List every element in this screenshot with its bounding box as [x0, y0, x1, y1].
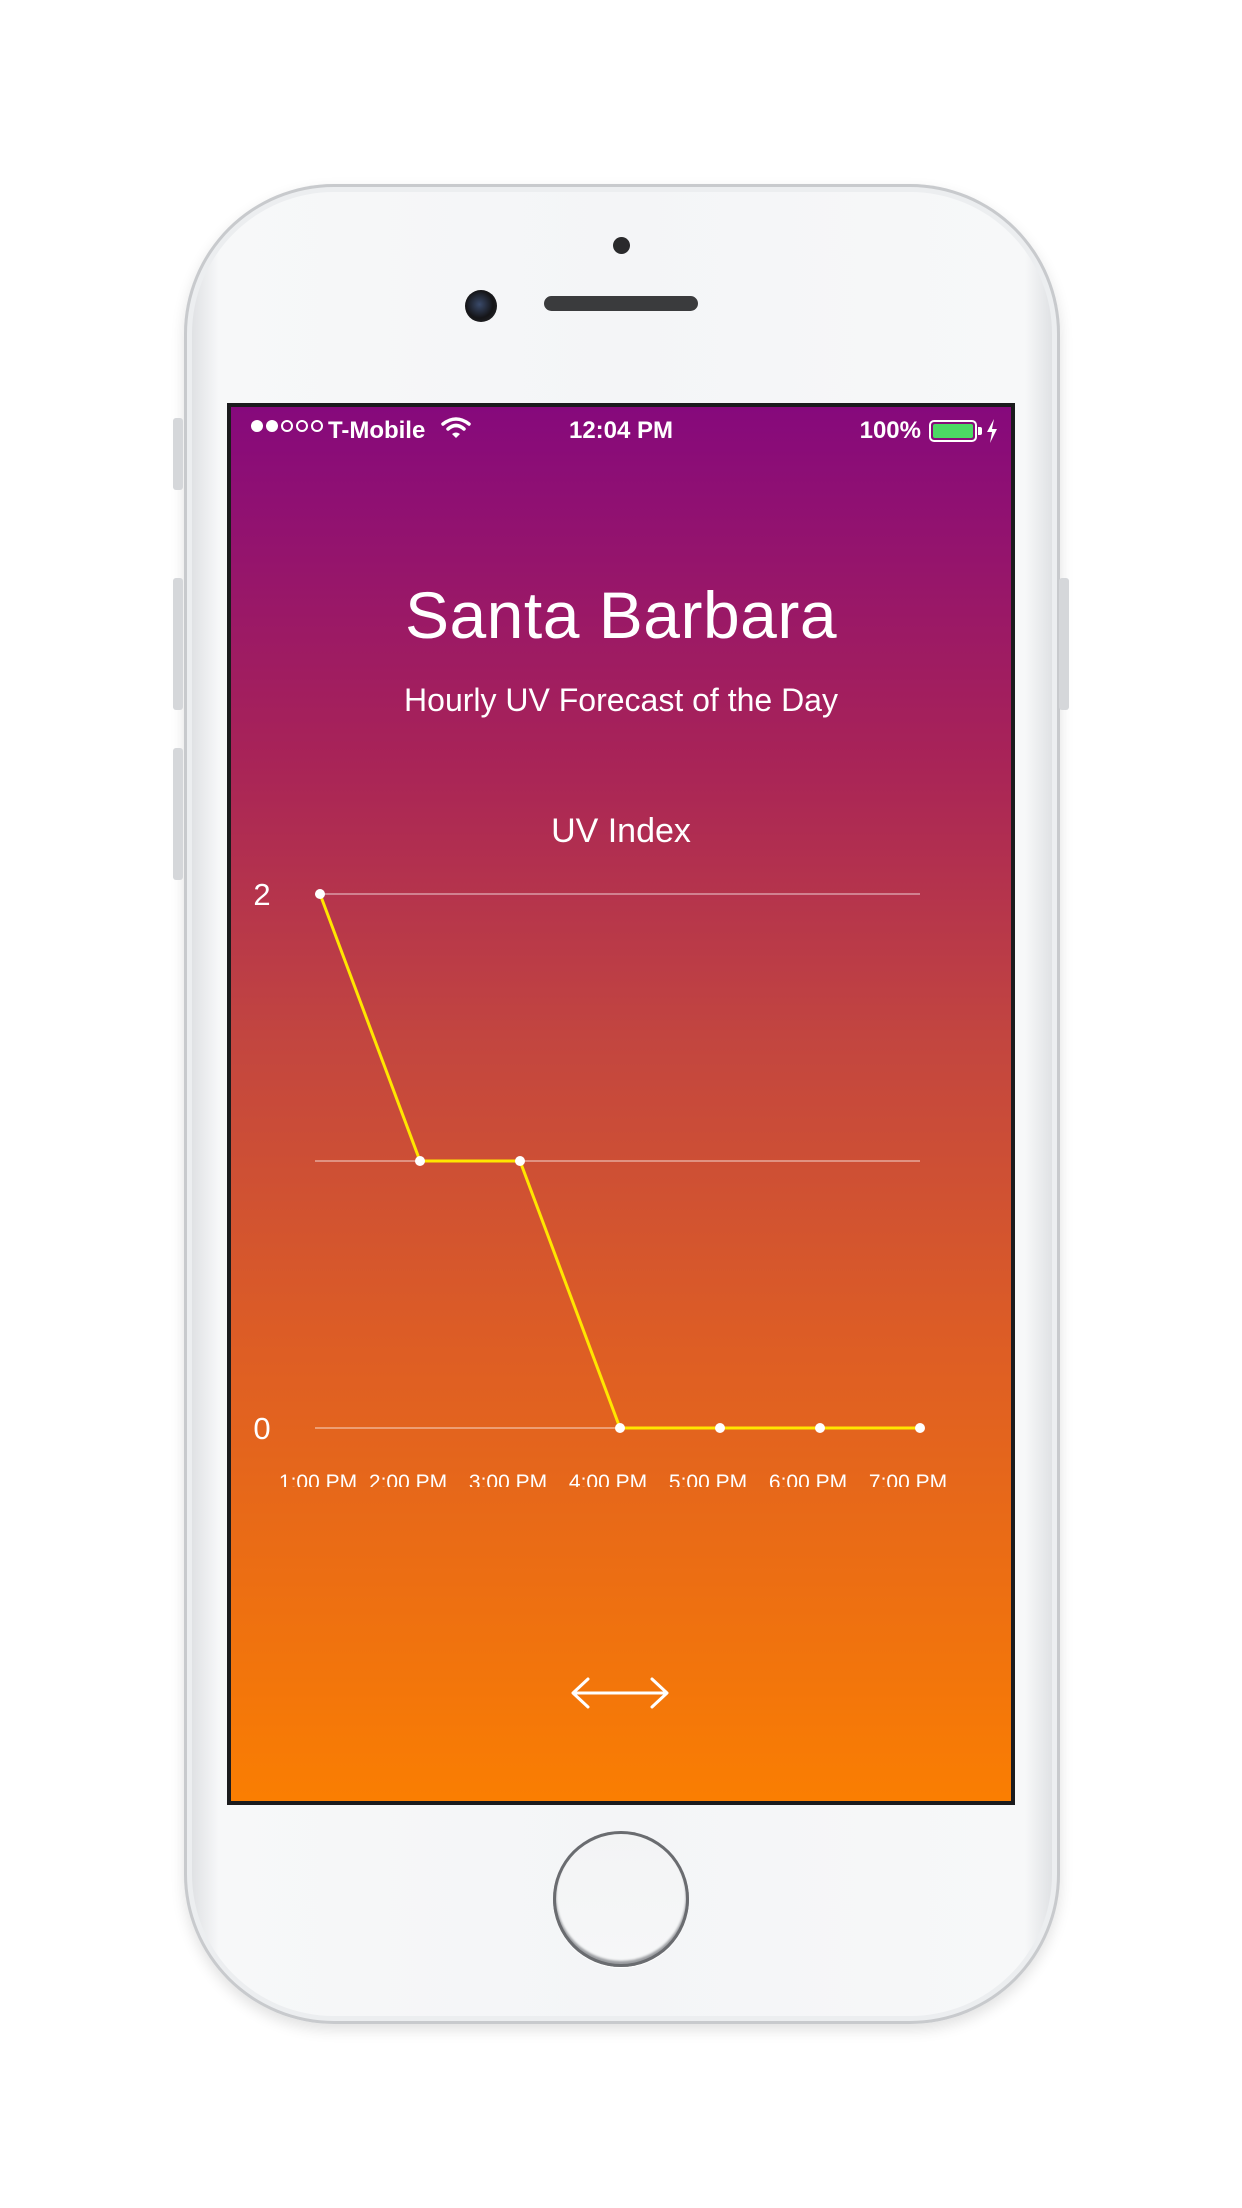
data-point — [715, 1423, 725, 1433]
x-tick-label: 4:00 PM — [569, 1471, 647, 1487]
y-tick-label: 2 — [253, 877, 270, 912]
battery-level — [933, 424, 973, 438]
data-point — [615, 1423, 625, 1433]
front-camera — [465, 290, 497, 322]
power-button — [1059, 578, 1069, 710]
x-tick-label: 7:00 PM — [869, 1471, 947, 1487]
earpiece-speaker — [544, 296, 698, 311]
home-button[interactable] — [553, 1831, 689, 1967]
volume-down-button — [173, 748, 183, 880]
data-point — [415, 1156, 425, 1166]
x-tick-label: 6:00 PM — [769, 1471, 847, 1487]
proximity-sensor — [613, 237, 630, 254]
horizontal-arrows-icon[interactable] — [570, 1675, 670, 1711]
status-bar: T-Mobile 12:04 PM 100% — [231, 407, 1011, 459]
mute-switch — [173, 418, 183, 490]
page-subtitle: Hourly UV Forecast of the Day — [404, 682, 838, 718]
charging-bolt-icon — [987, 419, 997, 443]
data-point — [815, 1423, 825, 1433]
battery-percent: 100% — [859, 417, 921, 444]
uv-index-chart: 2 0 1:00 PM 2:00 PM 3:00 PM 4:00 PM 5:00 PM 6:0… — [253, 877, 947, 1487]
data-point — [315, 889, 325, 899]
battery-tip — [978, 427, 982, 435]
volume-up-button — [173, 578, 183, 710]
data-point — [515, 1156, 525, 1166]
y-tick-label: 0 — [253, 1411, 270, 1446]
chart-title: UV Index — [551, 812, 691, 850]
data-point — [915, 1423, 925, 1433]
battery-icon — [929, 420, 977, 442]
app-screen: T-Mobile 12:04 PM 100% Santa Barbara Hou… — [231, 407, 1011, 1801]
city-name: Santa Barbara — [404, 578, 838, 652]
x-tick-label: 5:00 PM — [669, 1471, 747, 1487]
x-tick-label: 1:00 PM — [279, 1471, 357, 1487]
x-tick-label: 2:00 PM — [369, 1471, 447, 1487]
x-tick-label: 3:00 PM — [469, 1471, 547, 1487]
